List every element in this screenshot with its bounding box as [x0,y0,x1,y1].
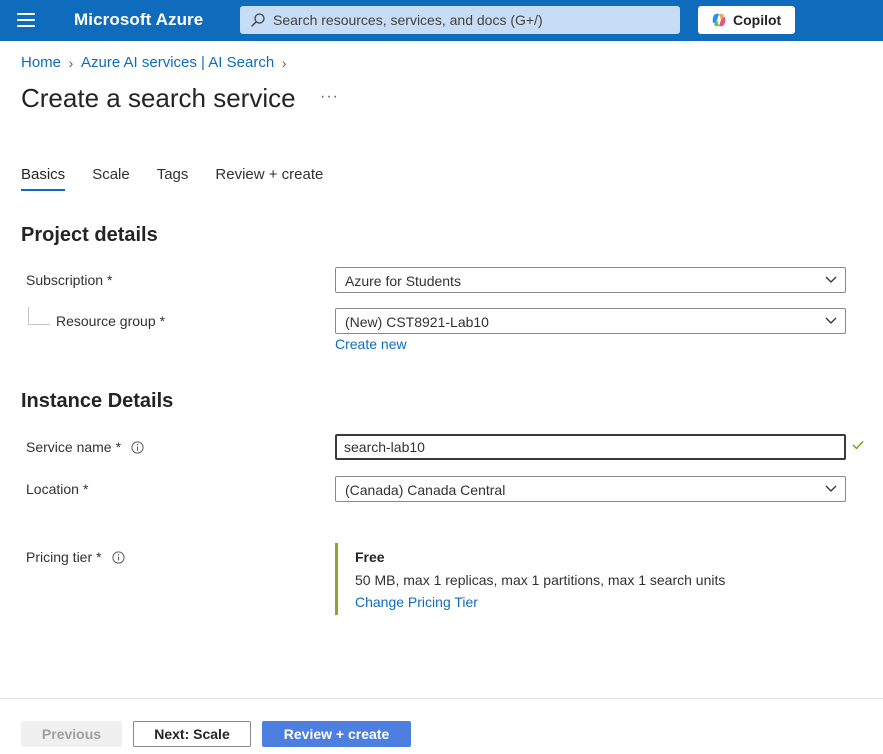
location-select[interactable]: (Canada) Canada Central [335,476,846,502]
subscription-label-text: Subscription [26,272,104,288]
breadcrumb-chevron-icon: › [281,54,287,71]
previous-button[interactable]: Previous [21,721,122,747]
brand-title[interactable]: Microsoft Azure [74,10,203,30]
resource-group-label-text: Resource group [56,313,156,329]
required-marker: * [115,439,122,455]
more-options-icon[interactable]: ··· [320,88,339,106]
service-name-field[interactable] [335,434,846,460]
chevron-down-icon [825,317,837,324]
pricing-tier-label: Pricing tier * [26,549,125,565]
subscription-select[interactable]: Azure for Students [335,267,846,293]
checkmark-icon [852,441,864,450]
required-marker: * [82,481,89,497]
page-title: Create a search service [21,83,296,113]
tab-tags[interactable]: Tags [157,166,189,191]
tree-connector [28,307,50,325]
review-create-button[interactable]: Review + create [262,721,411,747]
pricing-tier-description: 50 MB, max 1 replicas, max 1 partitions,… [355,572,726,588]
copilot-button[interactable]: Copilot [698,6,795,34]
pricing-tier-label-text: Pricing tier [26,549,93,565]
copilot-label: Copilot [733,12,782,28]
chevron-down-icon [825,276,837,283]
tab-review-create[interactable]: Review + create [215,166,323,191]
required-marker: * [159,313,166,329]
tab-scale[interactable]: Scale [92,166,130,191]
location-label: Location * [26,481,88,497]
top-bar: Microsoft Azure Copilot [0,0,883,41]
info-icon[interactable] [131,440,144,454]
required-marker: * [96,549,102,565]
copilot-icon [712,13,726,27]
hamburger-menu-icon[interactable] [17,13,35,27]
pricing-tier-name: Free [355,549,385,565]
breadcrumb: Home › Azure AI services | AI Search › [21,54,294,71]
location-label-text: Location [26,481,79,497]
breadcrumb-ai-search[interactable]: Azure AI services | AI Search [81,54,274,71]
search-input[interactable] [273,6,673,34]
location-value: (Canada) Canada Central [345,482,506,498]
change-pricing-tier-link[interactable]: Change Pricing Tier [355,594,478,610]
tab-basics[interactable]: Basics [21,166,66,191]
chevron-down-icon [825,485,837,492]
pricing-tier-summary: Free 50 MB, max 1 replicas, max 1 partit… [335,543,755,615]
search-icon [251,13,265,27]
service-name-input[interactable] [344,436,834,458]
resource-group-label: Resource group * [56,313,165,329]
required-marker: * [107,272,113,288]
info-icon[interactable] [111,550,125,564]
subscription-value: Azure for Students [345,273,461,289]
service-name-label: Service name * [26,439,144,455]
next-scale-button[interactable]: Next: Scale [133,721,251,747]
instance-details-heading: Instance Details [21,390,174,412]
create-new-resource-group-link[interactable]: Create new [335,336,407,352]
service-name-label-text: Service name [26,439,112,455]
global-search[interactable] [240,6,680,34]
breadcrumb-chevron-icon: › [68,54,74,71]
resource-group-value: (New) CST8921-Lab10 [345,314,489,330]
subscription-label: Subscription * [26,272,113,288]
project-details-heading: Project details [21,224,158,246]
wizard-tabs: Basics Scale Tags Review + create [21,166,350,191]
breadcrumb-home[interactable]: Home [21,54,61,71]
resource-group-select[interactable]: (New) CST8921-Lab10 [335,308,846,334]
footer-divider [0,698,883,699]
